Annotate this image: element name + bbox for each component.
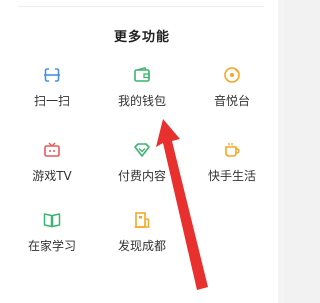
item-game-tv[interactable]: 游戏TV (7, 141, 97, 197)
more-functions-panel: 更多功能 扫一扫 我的钱包 音悦台 游戏TV 付费内容 快手生活 在家学习 发现… (0, 0, 284, 303)
item-label: 发现成都 (117, 239, 166, 253)
item-scan[interactable]: 扫一扫 (7, 66, 97, 122)
section-title: 更多功能 (113, 30, 170, 45)
diamond-icon (133, 141, 151, 159)
item-label: 我的钱包 (117, 94, 166, 108)
game-tv-icon (43, 141, 61, 159)
item-music[interactable]: 音悦台 (187, 66, 277, 122)
item-label: 快手生活 (207, 169, 256, 183)
building-icon (133, 211, 151, 229)
right-edge (278, 0, 284, 303)
item-study[interactable]: 在家学习 (7, 211, 97, 267)
item-label: 扫一扫 (33, 94, 70, 108)
cup-icon (223, 141, 241, 159)
scan-icon (43, 66, 61, 84)
item-wallet[interactable]: 我的钱包 (97, 66, 187, 122)
item-label: 付费内容 (117, 169, 166, 183)
item-label: 在家学习 (27, 239, 76, 253)
item-paid-content[interactable]: 付费内容 (97, 141, 187, 197)
top-divider (18, 6, 264, 7)
item-life[interactable]: 快手生活 (187, 141, 277, 197)
item-discover-chengdu[interactable]: 发现成都 (97, 211, 187, 267)
item-label: 音悦台 (213, 94, 250, 108)
item-label: 游戏TV (32, 169, 72, 183)
music-disc-icon (223, 66, 241, 84)
book-icon (43, 211, 61, 229)
wallet-icon (133, 66, 151, 84)
